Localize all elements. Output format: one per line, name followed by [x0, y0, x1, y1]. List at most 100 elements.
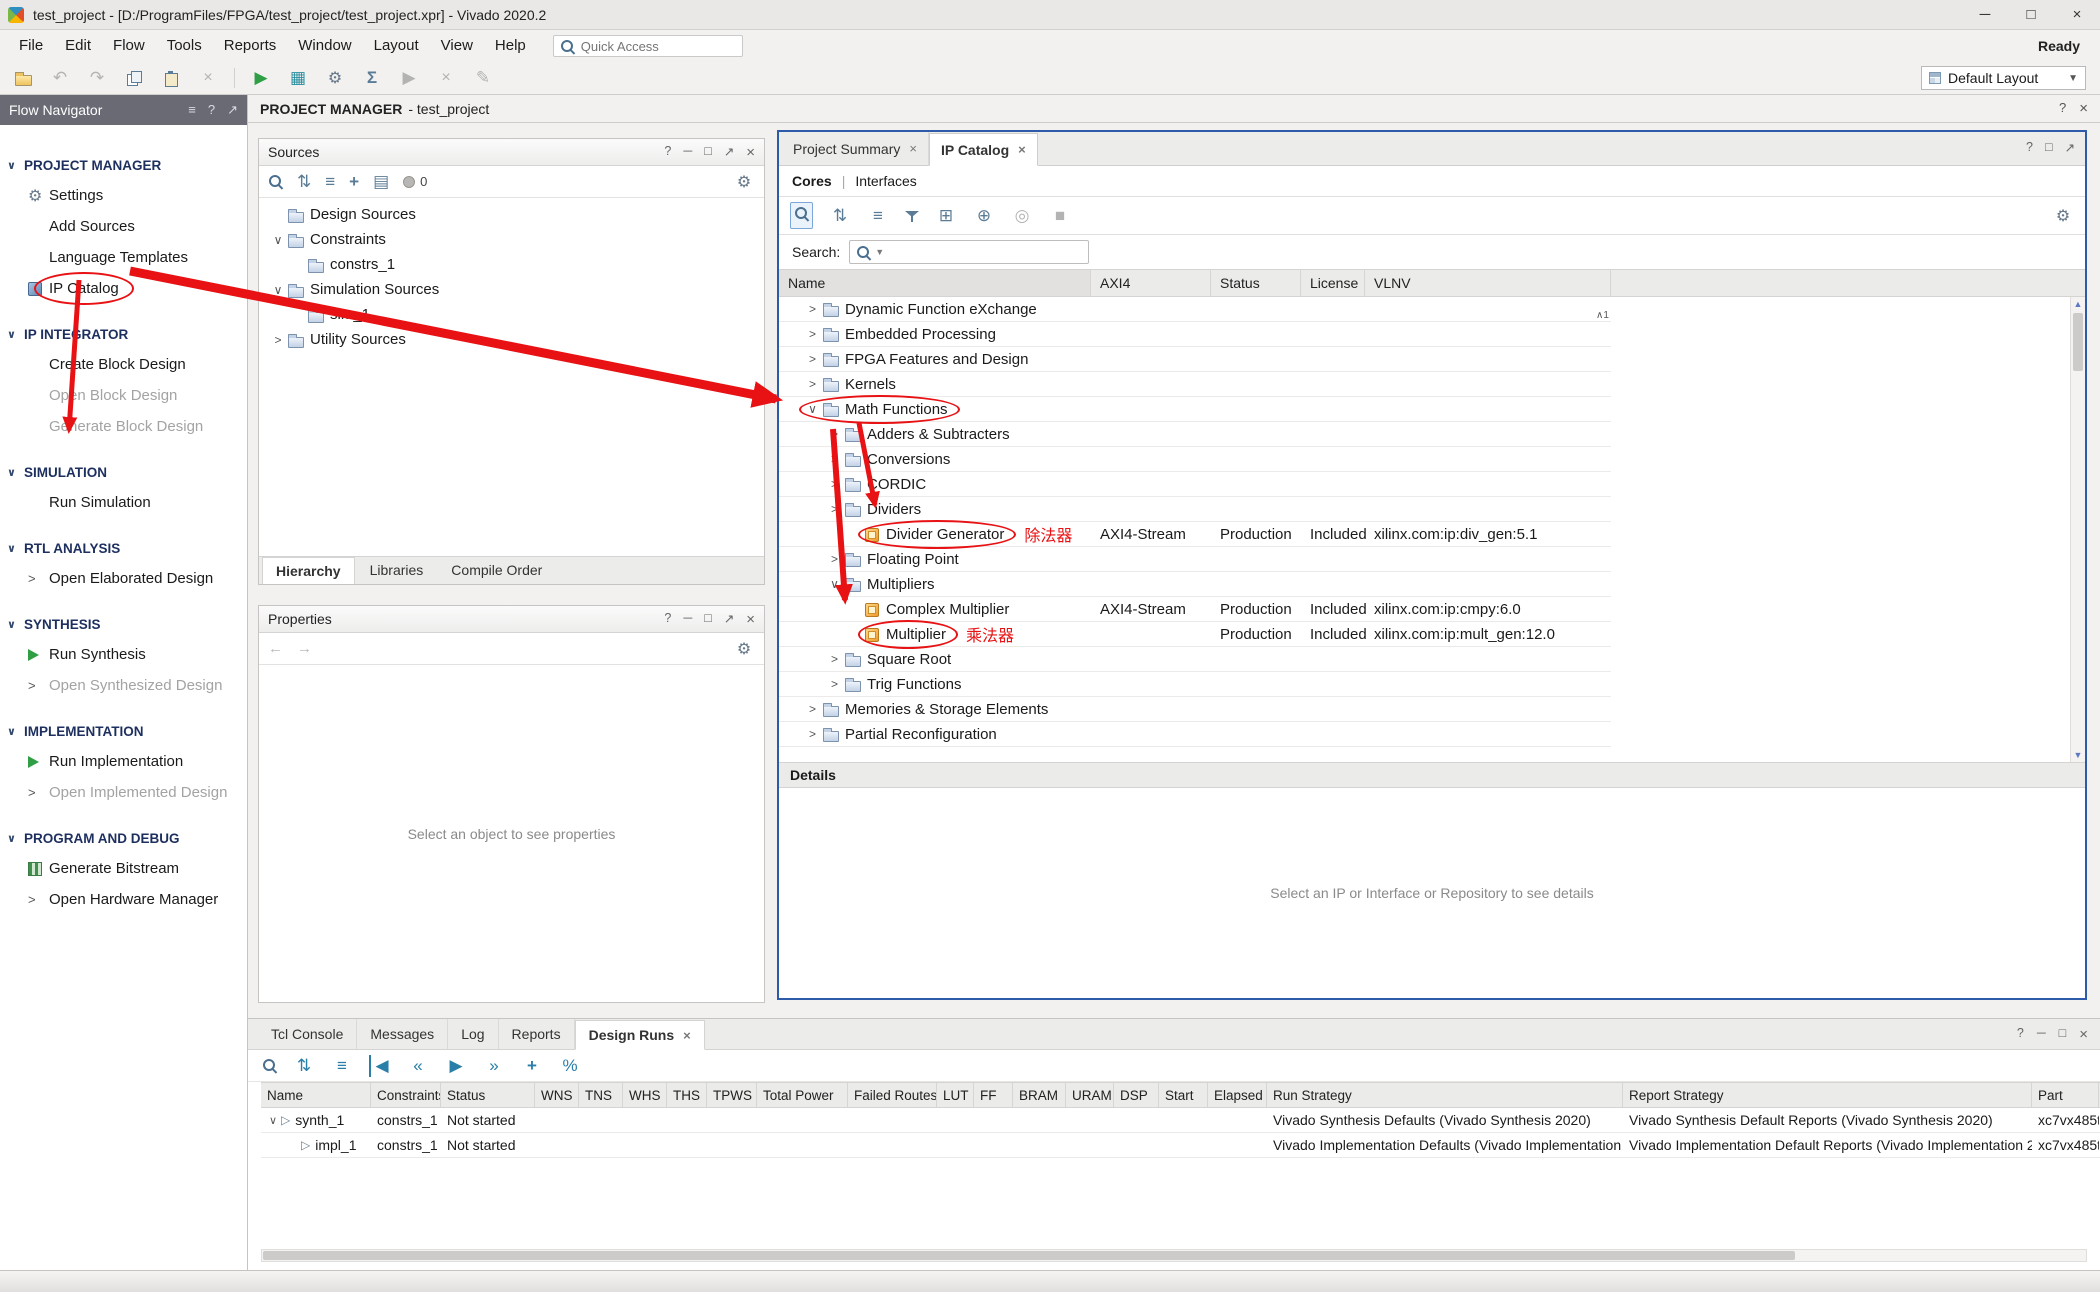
flow-nav-entry[interactable]: Open Elaborated Design [0, 563, 247, 594]
help-icon[interactable] [2026, 140, 2033, 155]
menu-item[interactable]: Reports [213, 30, 288, 62]
section-chevron-icon[interactable] [7, 725, 24, 738]
expander-icon[interactable] [269, 233, 287, 247]
ip-catalog-row[interactable]: Kernels [779, 372, 1611, 397]
rewind-icon[interactable] [407, 1055, 429, 1077]
bottom-tab[interactable]: Design Runs × [575, 1020, 705, 1050]
ip-catalog-row[interactable]: Floating Point [779, 547, 1611, 572]
column-header[interactable]: Run Strategy [1267, 1083, 1623, 1107]
menu-item[interactable]: Layout [363, 30, 430, 62]
refresh-icon[interactable] [1011, 205, 1033, 227]
column-header[interactable]: Part [2032, 1083, 2099, 1107]
bottom-tab[interactable]: Messages × [357, 1019, 448, 1049]
expander-icon[interactable] [269, 283, 287, 297]
ip-settings-icon[interactable] [2052, 205, 2074, 227]
workspace-help-icon[interactable] [2059, 100, 2066, 117]
layout-selector[interactable]: Default Layout ▼ [1921, 66, 2086, 90]
ip-search-input[interactable]: ▼ [849, 240, 1089, 264]
help-icon[interactable] [2017, 1026, 2024, 1043]
column-header[interactable]: THS [667, 1083, 707, 1107]
column-header[interactable]: URAM [1066, 1083, 1114, 1107]
column-header[interactable]: DSP [1114, 1083, 1159, 1107]
flow-nav-entry[interactable]: Add Sources [0, 211, 247, 242]
flow-nav-entry[interactable]: Settings [0, 180, 247, 211]
copy-icon[interactable] [123, 67, 145, 89]
expander-icon[interactable] [269, 333, 287, 347]
column-header[interactable]: TNS [579, 1083, 623, 1107]
ip-catalog-row[interactable]: Trig Functions [779, 672, 1611, 697]
column-header[interactable]: Start [1159, 1083, 1208, 1107]
float-panel-icon[interactable] [724, 144, 734, 161]
minimize-button[interactable] [1962, 0, 2008, 30]
collapse-expand-icon[interactable] [297, 171, 311, 193]
help-icon[interactable] [664, 611, 671, 628]
ip-catalog-row[interactable]: Complex Multiplier AXI4-Stream Productio… [779, 597, 1611, 622]
group-by-icon[interactable] [935, 205, 957, 227]
settings-icon[interactable] [324, 67, 346, 89]
flow-nav-entry[interactable]: IMPLEMENTATION [0, 716, 247, 746]
ip-catalog-row[interactable]: Multipliers [779, 572, 1611, 597]
sources-tab[interactable]: Compile Order [438, 557, 555, 584]
column-header[interactable]: FF [974, 1083, 1013, 1107]
bottom-tab[interactable]: Tcl Console × [258, 1019, 357, 1049]
minimize-panel-icon[interactable] [683, 611, 692, 628]
scroll-up-icon[interactable]: ▲ [2071, 297, 2085, 311]
flow-nav-entry[interactable]: Generate Bitstream [0, 853, 247, 884]
forward-icon[interactable] [297, 640, 312, 657]
paste-icon[interactable] [160, 67, 182, 89]
expander-icon[interactable] [803, 702, 822, 716]
cancel-icon[interactable] [435, 67, 457, 89]
column-header[interactable]: BRAM [1013, 1083, 1066, 1107]
flow-nav-entry[interactable]: Create Block Design [0, 349, 247, 380]
search-toggle-icon[interactable] [790, 202, 813, 229]
section-chevron-icon[interactable] [7, 159, 24, 172]
source-tree-row[interactable]: Design Sources [259, 202, 764, 227]
maximize-panel-icon[interactable] [704, 144, 712, 161]
expander-icon[interactable] [803, 352, 822, 366]
ip-catalog-row[interactable]: CORDIC [779, 472, 1611, 497]
column-header[interactable]: License [1301, 270, 1365, 296]
expander-icon[interactable] [803, 377, 822, 391]
expand-all-icon[interactable] [331, 1055, 353, 1077]
section-chevron-icon[interactable] [7, 328, 24, 341]
expander-icon[interactable] [803, 727, 822, 741]
close-panel-icon[interactable] [746, 144, 755, 161]
menu-item[interactable]: Flow [102, 30, 156, 62]
fast-forward-icon[interactable] [483, 1055, 505, 1077]
expander-icon[interactable] [825, 677, 844, 691]
flow-nav-entry[interactable]: Open Implemented Design [0, 777, 247, 808]
expander-icon[interactable] [825, 427, 844, 441]
document-tab[interactable]: IP Catalog × [929, 133, 1038, 166]
column-header[interactable]: WHS [623, 1083, 667, 1107]
expander-icon[interactable] [825, 552, 844, 566]
flow-nav-entry[interactable]: Run Simulation [0, 487, 247, 518]
flow-nav-entry[interactable]: IP Catalog [0, 273, 247, 304]
flow-nav-entry[interactable]: Open Synthesized Design [0, 670, 247, 701]
column-header[interactable]: Status [441, 1083, 535, 1107]
expander-icon[interactable] [825, 577, 844, 591]
add-repository-icon[interactable] [973, 205, 995, 227]
ip-catalog-row[interactable]: FPGA Features and Design [779, 347, 1611, 372]
run-options-icon[interactable] [398, 67, 420, 89]
play-icon[interactable] [445, 1055, 467, 1077]
menu-item[interactable]: Edit [54, 30, 102, 62]
menu-item[interactable]: View [430, 30, 484, 62]
search-icon[interactable] [268, 174, 283, 189]
scrollbar-thumb[interactable] [2073, 313, 2083, 371]
flow-nav-entry[interactable]: Language Templates [0, 242, 247, 273]
collapse-expand-icon[interactable] [829, 205, 851, 227]
column-header[interactable]: Report Strategy [1623, 1083, 2032, 1107]
column-header[interactable]: LUT [937, 1083, 974, 1107]
horizontal-scrollbar[interactable] [261, 1249, 2087, 1262]
source-tree-row[interactable]: constrs_1 [259, 252, 764, 277]
flow-nav-entry[interactable]: Run Synthesis [0, 639, 247, 670]
sources-tab[interactable]: Libraries [357, 557, 437, 584]
run-icon[interactable] [250, 67, 272, 89]
sources-tab[interactable]: Hierarchy [262, 557, 355, 584]
expander-icon[interactable] [825, 502, 844, 516]
minimize-panel-icon[interactable] [683, 144, 692, 161]
ip-catalog-row[interactable]: Dynamic Function eXchange [779, 297, 1611, 322]
help-icon[interactable] [664, 144, 671, 161]
flow-nav-entry[interactable]: Run Implementation [0, 746, 247, 777]
vertical-scrollbar[interactable]: ▲ ▼ [2070, 297, 2085, 762]
